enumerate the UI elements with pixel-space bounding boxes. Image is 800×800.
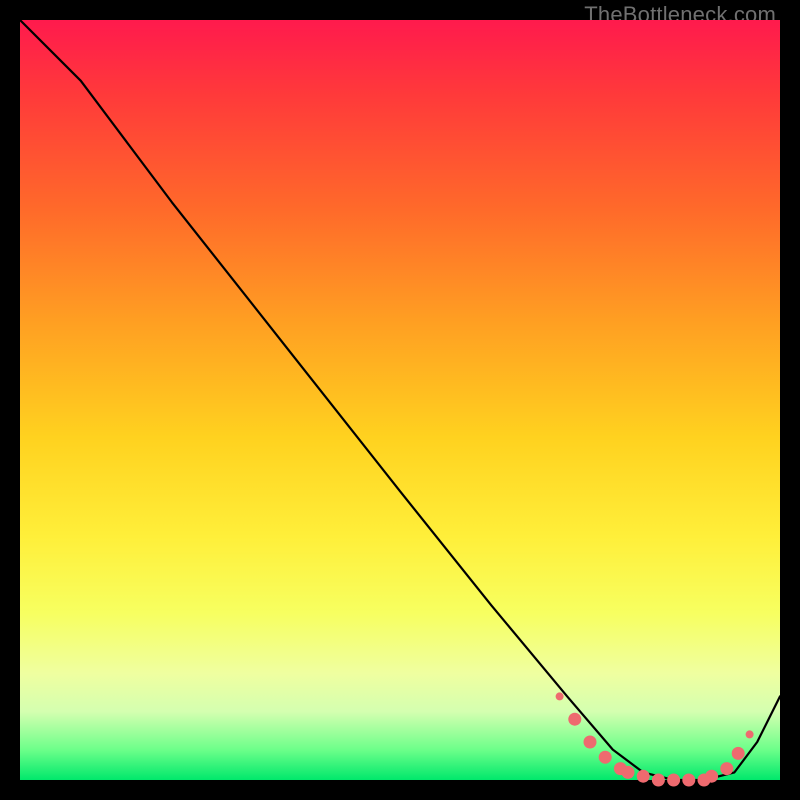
curve-dot bbox=[746, 730, 754, 738]
curve-dot bbox=[599, 751, 612, 764]
curve-dot bbox=[556, 692, 564, 700]
curve-dot bbox=[584, 736, 597, 749]
curve-dot bbox=[568, 713, 581, 726]
curve-dot bbox=[705, 770, 718, 783]
curve-dots bbox=[556, 692, 754, 786]
chart-frame: TheBottleneck.com bbox=[0, 0, 800, 800]
curve-dot bbox=[682, 774, 695, 787]
chart-svg bbox=[20, 20, 780, 780]
curve-dot bbox=[720, 762, 733, 775]
curve-dot bbox=[622, 766, 635, 779]
bottleneck-curve bbox=[20, 20, 780, 780]
curve-dot bbox=[732, 747, 745, 760]
curve-dot bbox=[652, 774, 665, 787]
curve-dot bbox=[637, 770, 650, 783]
curve-dot bbox=[667, 774, 680, 787]
plot-area bbox=[20, 20, 780, 780]
